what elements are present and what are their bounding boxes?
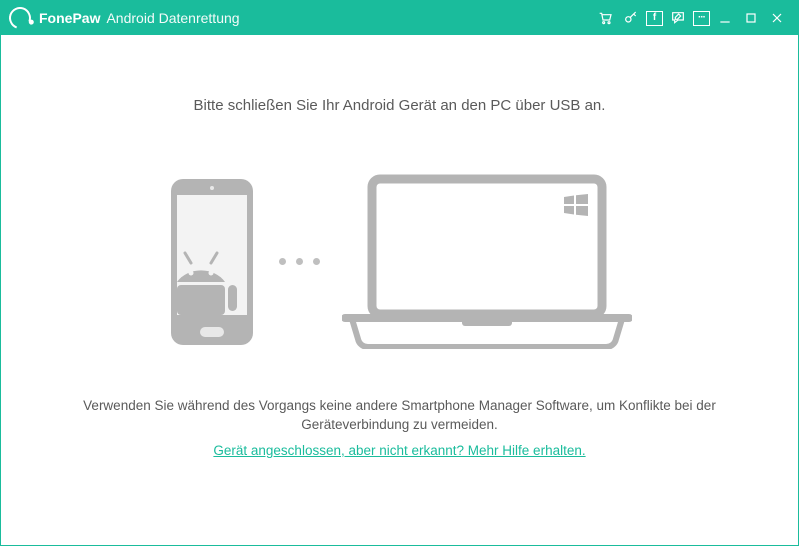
- maximize-button[interactable]: [740, 7, 762, 29]
- main-content: Bitte schließen Sie Ihr Android Gerät an…: [1, 35, 798, 545]
- warning-text: Verwenden Sie während des Vorgangs keine…: [80, 397, 720, 435]
- android-phone-icon: [167, 177, 257, 347]
- cart-icon[interactable]: [594, 7, 616, 29]
- fonepaw-logo-icon: [5, 3, 34, 32]
- help-link[interactable]: Gerät angeschlossen, aber nicht erkannt?…: [213, 443, 585, 458]
- titlebar: FonePaw Android Datenrettung f ···: [1, 1, 798, 35]
- app-brand: FonePaw: [39, 10, 100, 26]
- instruction-text: Bitte schließen Sie Ihr Android Gerät an…: [194, 97, 606, 114]
- minimize-button[interactable]: [714, 7, 736, 29]
- feedback-icon[interactable]: [667, 7, 689, 29]
- windows-laptop-icon: [342, 174, 632, 349]
- connection-dots-icon: [279, 258, 320, 265]
- menu-icon[interactable]: ···: [693, 11, 710, 26]
- app-window: FonePaw Android Datenrettung f ··· Bitte…: [0, 0, 799, 546]
- key-icon[interactable]: [620, 7, 642, 29]
- facebook-icon[interactable]: f: [646, 11, 663, 26]
- close-button[interactable]: [766, 7, 788, 29]
- connection-illustration: [167, 174, 632, 349]
- app-subtitle: Android Datenrettung: [106, 10, 239, 26]
